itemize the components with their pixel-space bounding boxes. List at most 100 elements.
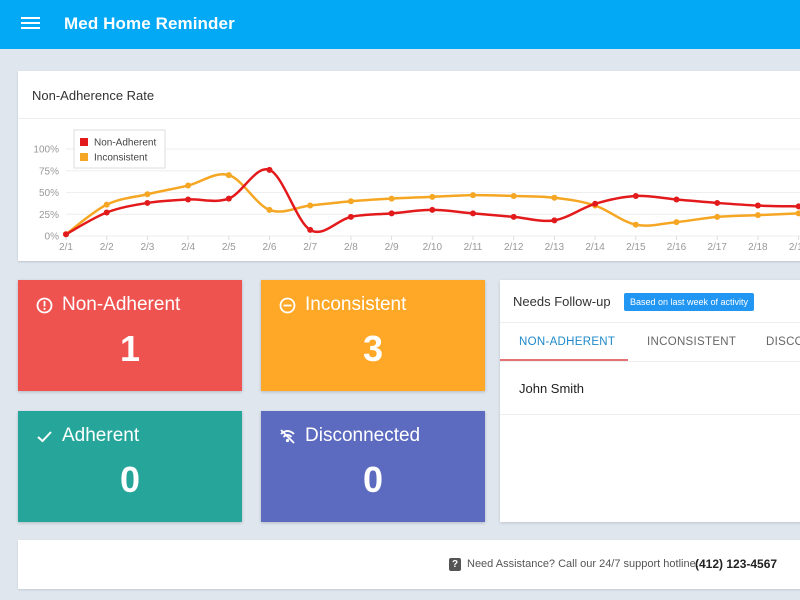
data-point (144, 199, 151, 206)
x-tick-label: 2/19 (789, 242, 800, 253)
tile-count: 0 (362, 459, 384, 500)
legend-swatch (80, 138, 88, 146)
legend-label: Inconsistent (94, 153, 148, 164)
data-point (510, 213, 517, 220)
data-point (347, 198, 354, 205)
y-tick-label: 50% (39, 188, 59, 199)
followup-title: Needs Follow-up (513, 294, 611, 309)
non-adherence-chart-card: Non-Adherence Rate 0% 25% 50% 75% 100% 2/1 2/2… (18, 71, 800, 261)
data-point (388, 210, 395, 217)
y-tick-label: 75% (39, 166, 59, 177)
patient-name: John Smith (519, 381, 585, 396)
x-tick-label: 2/17 (707, 242, 727, 253)
tile-label: Disconnected (305, 425, 421, 446)
tile-label: Non-Adherent (62, 294, 181, 315)
x-tick-label: 2/6 (263, 242, 277, 253)
line-chart: 0% 25% 50% 75% 100% 2/1 2/2 2/3 2/4 2/5 2/6 2/7 2/8 2… (33, 129, 800, 253)
wifi-off-icon (279, 428, 296, 445)
series-line-non-adherent (65, 168, 799, 236)
series-line-inconsistent (65, 173, 799, 236)
support-phone[interactable]: (412) 123-4567 (695, 557, 777, 571)
data-point (551, 217, 558, 224)
x-tick-label: 2/4 (181, 242, 195, 253)
data-point (592, 200, 599, 207)
data-point (266, 166, 273, 173)
list-item[interactable]: John Smith (500, 362, 800, 415)
data-point (225, 195, 232, 202)
data-point (795, 203, 800, 210)
data-point (470, 192, 476, 199)
non-adherent-tile[interactable]: Non-Adherent 1 (18, 280, 242, 391)
data-point (632, 221, 639, 228)
data-point (551, 194, 558, 201)
x-tick-label: 2/14 (585, 242, 605, 253)
data-point (103, 209, 110, 216)
tile-count: 0 (119, 459, 141, 500)
minus-circle-icon (279, 297, 296, 314)
support-footer: ? Need Assistance? Call our 24/7 support… (18, 540, 800, 589)
x-tick-label: 2/15 (626, 242, 646, 253)
data-point (185, 182, 192, 189)
data-point (144, 191, 151, 198)
x-tick-label: 2/9 (385, 242, 399, 253)
data-point (307, 202, 314, 209)
data-point (714, 199, 721, 206)
data-point (673, 196, 680, 203)
inconsistent-tile[interactable]: Inconsistent 3 (261, 280, 485, 391)
legend-label: Non-Adherent (94, 138, 156, 149)
data-point (225, 172, 232, 179)
data-point (429, 193, 436, 200)
data-point (754, 212, 761, 219)
x-tick-label: 2/16 (667, 242, 687, 253)
y-tick-label: 25% (39, 210, 59, 221)
disconnected-tile[interactable]: Disconnected 0 (261, 411, 485, 522)
x-tick-label: 2/10 (423, 242, 443, 253)
data-point (63, 231, 69, 238)
x-tick-label: 2/5 (222, 242, 236, 253)
x-tick-label: 2/3 (140, 242, 154, 253)
support-text: Need Assistance? Call our 24/7 support h… (467, 558, 699, 570)
tab-non-adherent[interactable]: NON-ADHERENT (519, 336, 615, 348)
app-bar: Med Home Reminder (0, 0, 800, 49)
x-tick-label: 2/13 (545, 242, 565, 253)
data-point (388, 195, 395, 202)
x-tick-label: 2/7 (303, 242, 317, 253)
chart-title: Non-Adherence Rate (32, 88, 155, 103)
data-point (714, 213, 721, 220)
activity-badge: Based on last week of activity (624, 293, 755, 311)
tile-label: Inconsistent (305, 294, 407, 315)
data-point (266, 206, 273, 213)
x-tick-label: 2/2 (100, 242, 114, 253)
data-point (470, 210, 476, 217)
needs-followup-card: Needs Follow-up Based on last week of ac… (500, 280, 800, 522)
data-point (347, 213, 354, 220)
x-tick-label: 2/1 (59, 242, 73, 253)
data-point (795, 210, 800, 217)
data-point (103, 201, 110, 208)
x-tick-label: 2/12 (504, 242, 524, 253)
check-icon (36, 428, 53, 445)
data-point (754, 202, 761, 209)
app-title: Med Home Reminder (64, 14, 235, 33)
data-point (632, 192, 639, 199)
data-point (673, 219, 680, 226)
x-tick-label: 2/8 (344, 242, 358, 253)
tile-count: 1 (119, 328, 141, 369)
menu-icon[interactable] (21, 16, 41, 31)
tab-disconnected[interactable]: DISCO (766, 336, 800, 348)
data-point (307, 226, 314, 233)
alert-circle-icon (36, 297, 53, 314)
tab-inconsistent[interactable]: INCONSISTENT (647, 336, 736, 348)
adherent-tile[interactable]: Adherent 0 (18, 411, 242, 522)
x-tick-label: 2/18 (748, 242, 768, 253)
tile-label: Adherent (62, 425, 140, 446)
data-point (429, 206, 436, 213)
data-point (510, 192, 517, 199)
y-tick-label: 0% (45, 232, 60, 243)
x-tick-label: 2/11 (464, 242, 483, 253)
tile-count: 3 (362, 328, 384, 369)
data-point (185, 196, 192, 203)
divider (500, 322, 800, 323)
help-icon: ? (449, 558, 461, 571)
y-tick-label: 100% (33, 145, 59, 156)
